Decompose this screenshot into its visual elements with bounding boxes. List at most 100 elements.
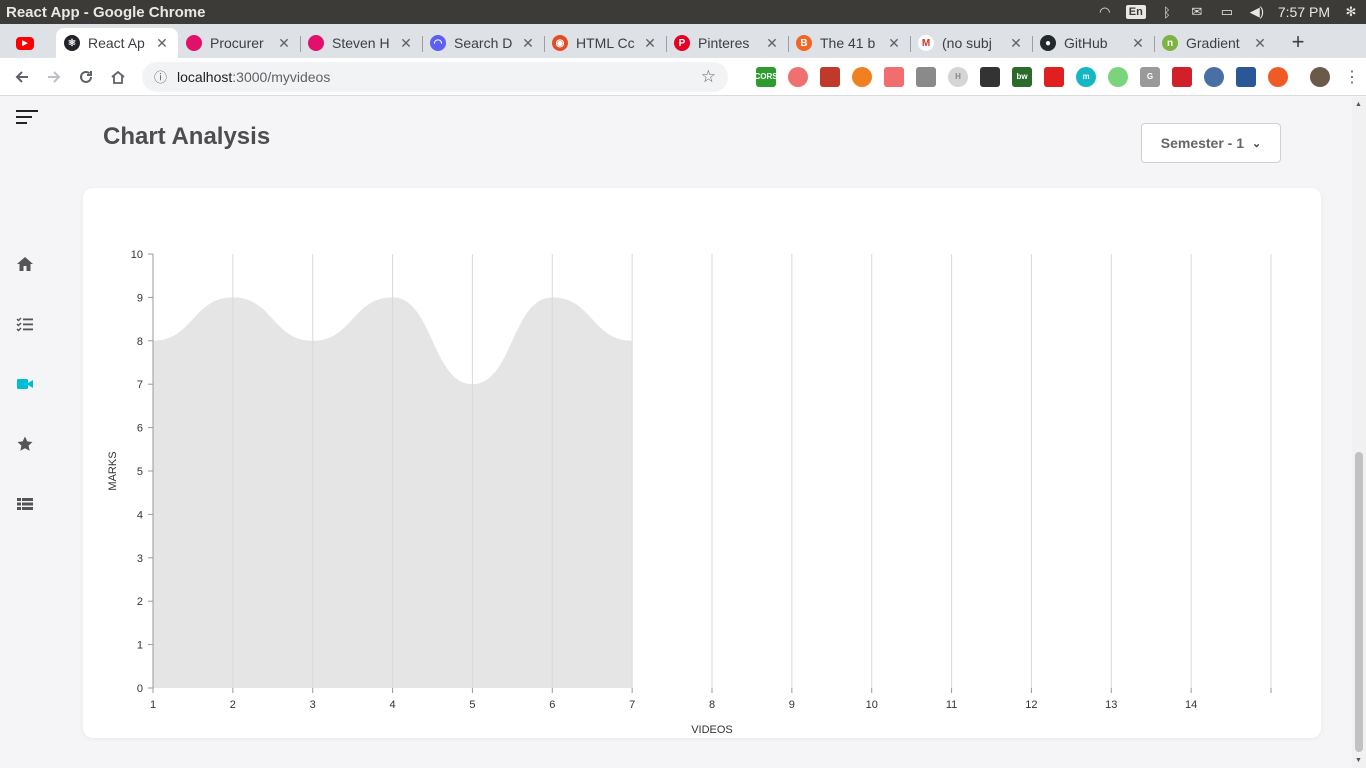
tab-title: (no subj — [942, 35, 992, 51]
star-icon[interactable] — [16, 435, 34, 453]
react-icon: ⚛ — [64, 35, 80, 51]
y-tick-label: 1 — [137, 640, 143, 652]
browser-tab[interactable]: ⚛ React Ap ✕ — [56, 28, 178, 58]
battery-icon[interactable]: ▭ — [1218, 4, 1236, 20]
mail-icon[interactable]: ✉ — [1188, 4, 1206, 20]
x-tick-label: 12 — [1025, 699, 1037, 711]
chevron-down-icon: ⌄ — [1252, 137, 1262, 150]
gmail-icon: M — [918, 35, 934, 51]
browser-tab[interactable]: B The 41 b ✕ — [788, 28, 910, 58]
ext-icon-8[interactable] — [980, 66, 1000, 87]
pinterest-icon: P — [674, 35, 690, 51]
table-list-icon[interactable] — [16, 495, 34, 513]
tasks-list-icon[interactable] — [16, 315, 34, 333]
y-tick-label: 4 — [137, 509, 143, 521]
menu-toggle-icon[interactable] — [16, 110, 38, 128]
new-tab-button[interactable]: + — [1284, 28, 1312, 56]
bluetooth-icon[interactable]: ᛒ — [1158, 5, 1176, 20]
back-arrow-icon — [15, 70, 28, 83]
forward-arrow-icon — [48, 70, 61, 83]
tab-close-icon[interactable]: ✕ — [764, 35, 780, 52]
ext-icon-10[interactable] — [1044, 66, 1064, 87]
ext-icon-2[interactable] — [788, 66, 808, 87]
y-tick-label: 7 — [137, 379, 143, 391]
tab-close-icon[interactable]: ✕ — [398, 35, 414, 52]
forward-button[interactable] — [38, 61, 70, 93]
tab-title: The 41 b — [820, 35, 876, 51]
scroll-up-arrow-icon[interactable]: ▲ — [1355, 101, 1362, 108]
clock[interactable]: 7:57 PM — [1278, 4, 1330, 20]
volume-icon[interactable]: ◀) — [1248, 4, 1266, 20]
ext-icon-3[interactable] — [820, 66, 840, 87]
tab-close-icon[interactable]: ✕ — [1130, 35, 1146, 52]
area-chart: 0123456789101 2 3 4 5 6 7 8 9 10 11 12 13 14VIDEOSMAR… — [107, 249, 1272, 736]
dribbble-icon — [308, 35, 324, 51]
home-button[interactable] — [102, 61, 134, 93]
home-outline-icon — [111, 70, 125, 84]
tab-close-icon[interactable]: ✕ — [886, 35, 902, 52]
x-tick-label: 1 — [150, 699, 156, 711]
tab-close-icon[interactable]: ✕ — [520, 35, 536, 52]
home-icon[interactable] — [16, 255, 34, 273]
tab-title: React Ap — [88, 35, 145, 51]
video-icon[interactable] — [16, 375, 34, 393]
ext-icon-16[interactable] — [1236, 66, 1256, 87]
ext-icon-14[interactable] — [1172, 66, 1192, 87]
settings-icon[interactable]: ✻ — [1342, 4, 1360, 20]
tab-title: HTML Cc — [576, 35, 635, 51]
semester-dropdown[interactable]: Semester - 1 ⌄ — [1141, 123, 1281, 163]
chrome-menu-icon[interactable]: ⋮ — [1344, 67, 1360, 87]
x-axis-label: VIDEOS — [691, 724, 733, 736]
browser-tab[interactable]: P Pinteres ✕ — [666, 28, 788, 58]
tab-title: Procurer — [210, 35, 264, 51]
x-tick-label: 3 — [310, 699, 316, 711]
x-tick-label: 9 — [789, 699, 795, 711]
browser-tab[interactable]: n Gradient ✕ — [1154, 28, 1276, 58]
url-text[interactable]: localhost:3000/myvideos — [177, 69, 701, 85]
html-icon: ◉ — [552, 35, 568, 51]
ext-icon-6[interactable] — [916, 66, 936, 87]
bookmark-star-icon[interactable]: ☆ — [701, 67, 716, 87]
site-info-icon[interactable]: ⓘ — [154, 67, 167, 86]
keyboard-language[interactable]: En — [1125, 5, 1146, 19]
y-tick-label: 6 — [137, 423, 143, 435]
browser-toolbar: ⓘ localhost:3000/myvideos ☆ CORS Hbw m G ⋮ — [0, 58, 1366, 96]
browser-tab[interactable]: ◉ HTML Cc ✕ — [544, 28, 666, 58]
address-bar[interactable]: ⓘ localhost:3000/myvideos ☆ — [142, 61, 728, 92]
profile-avatar[interactable] — [1310, 66, 1330, 87]
chart-card: 0 1 2 3 4 5 6 7 8 9 10 1 2 3 4 5 6 7 8 9 10 11 12 13 14 VIDEOS MAR… — [83, 188, 1321, 738]
ext-icon-11[interactable]: m — [1076, 66, 1096, 87]
tab-strip: ▶ ⚛ React Ap ✕ Procurer ✕ Steven H ✕ ◠ Search D ✕ ◉… — [0, 24, 1366, 58]
x-tick-label: 10 — [866, 699, 878, 711]
tab-title: GitHub — [1064, 35, 1108, 51]
browser-tab[interactable]: Procurer ✕ — [178, 28, 300, 58]
loading-icon: ◠ — [430, 35, 446, 51]
cors-extension-icon[interactable]: CORS — [754, 66, 778, 87]
back-button[interactable] — [6, 61, 38, 93]
browser-tab[interactable]: ▶ — [8, 28, 56, 58]
scroll-thumb[interactable] — [1355, 452, 1363, 752]
ext-icon-12[interactable] — [1108, 66, 1128, 87]
ext-icon-13[interactable]: G — [1140, 66, 1160, 87]
scroll-down-arrow-icon[interactable]: ▼ — [1355, 757, 1362, 764]
browser-tab[interactable]: ● GitHub ✕ — [1032, 28, 1154, 58]
reload-button[interactable] — [70, 61, 102, 93]
wifi-icon[interactable]: ◠ — [1096, 4, 1114, 20]
tab-close-icon[interactable]: ✕ — [1008, 35, 1024, 52]
ext-icon-5[interactable] — [884, 66, 904, 87]
page-scrollbar[interactable]: ▲ ▼ — [1352, 97, 1366, 768]
ext-icon-9[interactable]: bw — [1012, 66, 1032, 87]
y-axis-label: MARKS — [107, 451, 119, 490]
ext-icon-15[interactable] — [1204, 66, 1224, 87]
browser-tab[interactable]: M (no subj ✕ — [910, 28, 1032, 58]
tab-close-icon[interactable]: ✕ — [642, 35, 658, 52]
tab-close-icon[interactable]: ✕ — [1252, 35, 1268, 52]
browser-tab[interactable]: ◠ Search D ✕ — [422, 28, 544, 58]
system-tray: ◠ En ᛒ ✉ ▭ ◀) 7:57 PM ✻ — [1096, 4, 1366, 20]
ext-icon-4[interactable] — [852, 66, 872, 87]
ext-icon-7[interactable]: H — [948, 66, 968, 87]
tab-close-icon[interactable]: ✕ — [276, 35, 292, 52]
ext-icon-17[interactable] — [1268, 66, 1288, 87]
tab-close-icon[interactable]: ✕ — [154, 35, 170, 52]
browser-tab[interactable]: Steven H ✕ — [300, 28, 422, 58]
